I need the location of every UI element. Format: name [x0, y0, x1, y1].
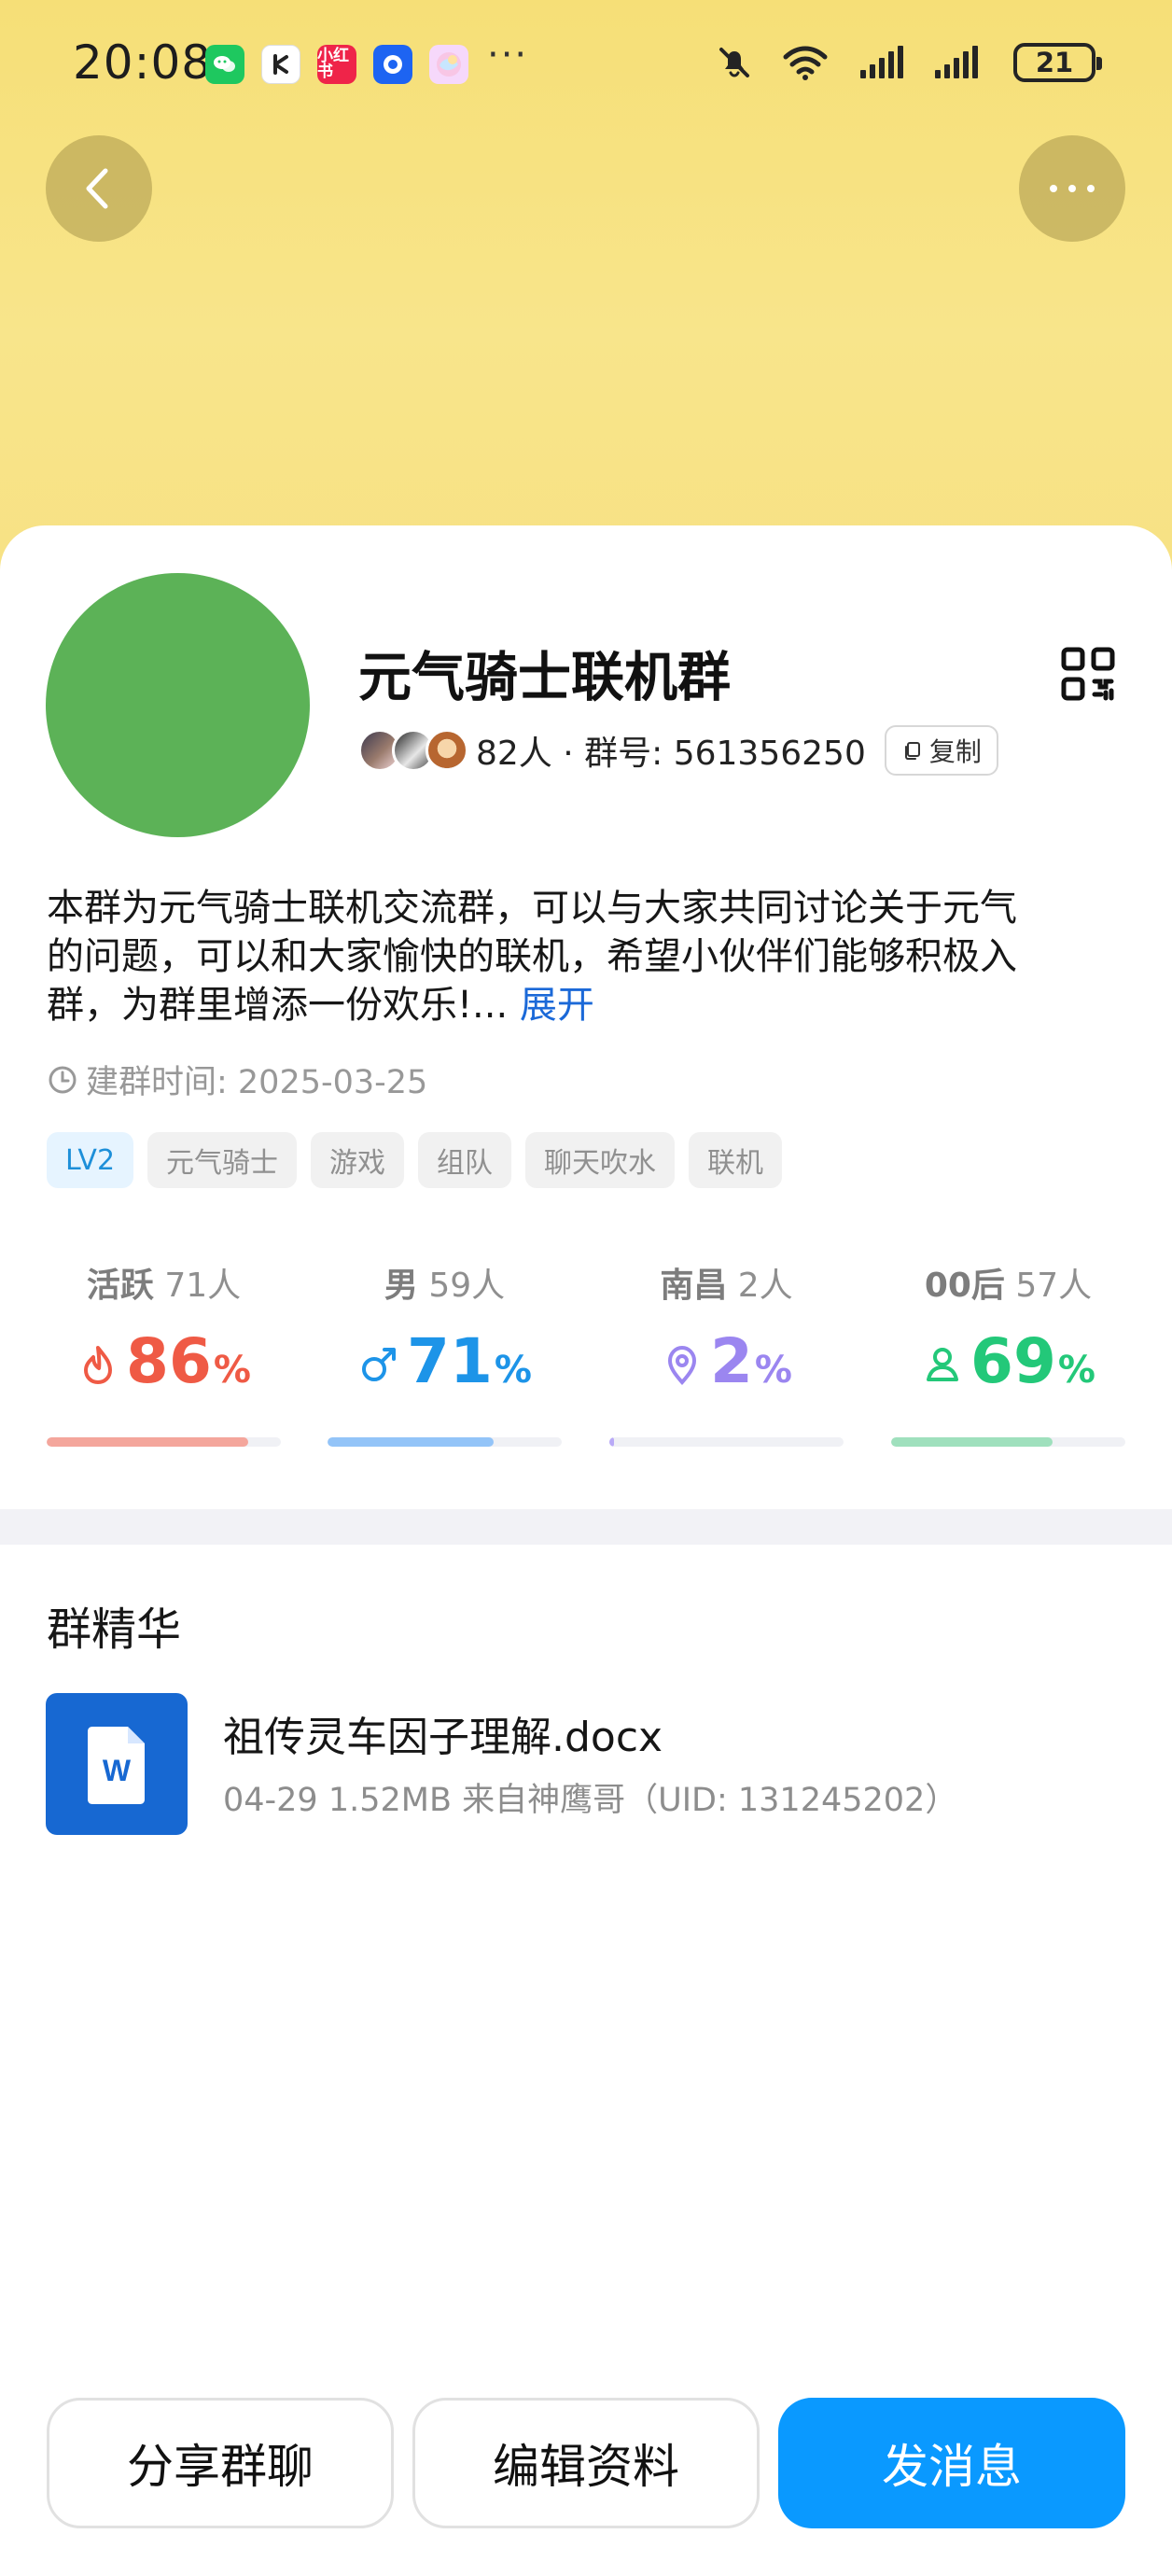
male-progress-fill: [328, 1437, 495, 1447]
blue-circle-app-icon: [373, 45, 412, 84]
more-options-button[interactable]: [1019, 135, 1125, 242]
word-document-icon: W: [46, 1693, 188, 1835]
member-avatar: [426, 729, 468, 772]
stat-post00-members: 00后 57人 69%: [891, 1258, 1125, 1454]
essence-file-row[interactable]: W 祖传灵车因子理解.docx 04-29 1.52MB 来自神鹰哥（UID: …: [46, 1693, 1119, 1835]
ellipsis-icon: [1050, 185, 1095, 192]
copy-icon: [904, 742, 920, 760]
group-avatar[interactable]: [46, 573, 310, 837]
member-count-and-group-id: 82人 · 群号: 561356250: [476, 735, 866, 773]
status-time: 20:08: [73, 35, 213, 90]
stat-label: 00后 57人: [924, 1267, 1093, 1305]
word-file-letter: W: [103, 1754, 132, 1787]
signal-strength-icon-primary: [860, 46, 903, 78]
tag-chat: 聊天吹水: [525, 1132, 676, 1188]
group-level-tag: LV2: [47, 1132, 134, 1188]
battery-indicator: 21: [1013, 43, 1102, 82]
stat-location-members: 南昌 2人 2%: [609, 1258, 844, 1454]
color-orb-app-icon: [429, 45, 468, 84]
group-tags: LV2 元气骑士 游戏 组队 聊天吹水 联机: [47, 1132, 783, 1188]
chevron-left-icon: [86, 168, 108, 209]
group-stats: 活跃 71人 86% 男 59人 71% 南昌 2人 2 % 00后 57人 6…: [47, 1258, 1125, 1454]
creation-time-text: 建群时间: 2025-03-25: [86, 1064, 428, 1101]
stat-active-members: 活跃 71人 86%: [47, 1258, 281, 1454]
copy-label: 复制: [928, 736, 982, 767]
male-progress-track: [328, 1437, 562, 1447]
muted-bell-icon: [719, 48, 749, 77]
bottom-action-bar: 分享群聊 编辑资料 发消息: [47, 2398, 1125, 2528]
tag-game: 游戏: [311, 1132, 405, 1188]
male-percentage: 71%: [328, 1331, 562, 1407]
tag-multiplayer: 联机: [689, 1132, 783, 1188]
creation-time-row: 建群时间: 2025-03-25: [47, 1056, 427, 1103]
copy-group-id-button[interactable]: 复制: [884, 725, 998, 776]
back-button[interactable]: [46, 135, 152, 242]
essence-file-meta: 04-29 1.52MB 来自神鹰哥（UID: 131245202）: [223, 1782, 958, 1819]
post00-progress-track: [891, 1437, 1125, 1447]
group-profile-page: 20:08 小红书 ··· 21 元气骑士联机群 82人 · 群号: 56135…: [0, 0, 1172, 2576]
qr-code-icon[interactable]: [1060, 646, 1116, 702]
stat-label: 活跃 71人: [86, 1267, 242, 1305]
stat-label: 男 59人: [384, 1267, 506, 1305]
post00-percentage: 69%: [891, 1331, 1125, 1407]
active-progress-track: [47, 1437, 281, 1447]
group-essence-title: 群精华: [47, 1603, 182, 1656]
location-percentage: 2%: [609, 1331, 844, 1407]
post00-progress-fill: [891, 1437, 1053, 1447]
expand-description-link[interactable]: 展开: [520, 984, 594, 1027]
location-progress-track: [609, 1437, 844, 1447]
send-message-button[interactable]: 发消息: [778, 2398, 1125, 2528]
essence-file-name: 祖传灵车因子理解.docx: [223, 1714, 663, 1761]
wifi-icon: [783, 46, 828, 80]
group-description: 本群为元气骑士联机交流群，可以与大家共同讨论关于元气 的问题，可以和大家愉快的联…: [47, 884, 1129, 1029]
share-group-button[interactable]: 分享群聊: [47, 2398, 394, 2528]
signal-strength-icon-secondary: [935, 46, 978, 78]
status-more-indicator: ···: [487, 34, 529, 77]
active-progress-fill: [47, 1437, 248, 1447]
tag-game-title: 元气骑士: [147, 1132, 298, 1188]
section-divider: [0, 1509, 1172, 1545]
member-summary-row: 82人 · 群号: 561356250 复制: [358, 722, 998, 778]
app-icon-k: [261, 45, 300, 84]
male-icon: [362, 1348, 397, 1381]
wechat-icon: [205, 45, 244, 84]
person-icon: [927, 1348, 959, 1381]
edit-profile-button[interactable]: 编辑资料: [412, 2398, 760, 2528]
clock-icon: [49, 1066, 77, 1093]
xiaohongshu-icon: 小红书: [317, 45, 356, 84]
status-bar: 20:08 小红书 ··· 21: [0, 0, 1172, 135]
stat-label: 南昌 2人: [660, 1267, 793, 1305]
stat-male-members: 男 59人 71%: [328, 1258, 562, 1454]
active-percentage: 86%: [47, 1331, 281, 1407]
system-status-icons: 21: [715, 43, 1102, 82]
location-pin-icon: [667, 1345, 696, 1386]
flame-icon: [84, 1346, 113, 1384]
tag-team: 组队: [418, 1132, 512, 1188]
location-progress-fill: [609, 1437, 615, 1447]
group-name: 元气骑士联机群: [358, 647, 731, 708]
